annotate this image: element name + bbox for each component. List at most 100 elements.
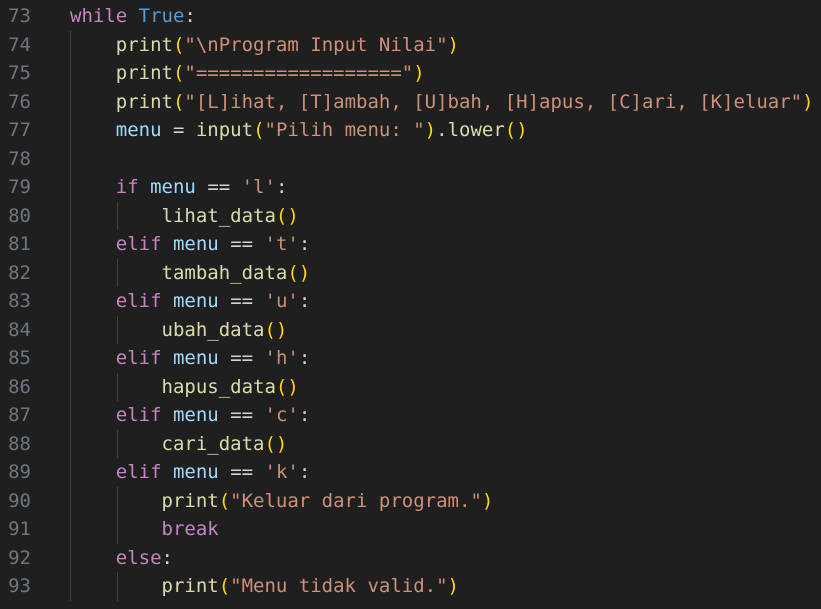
code-token: print xyxy=(115,33,173,56)
code-token: ) xyxy=(447,33,459,56)
code-token: elif xyxy=(115,347,162,369)
code-token: ( xyxy=(172,33,185,56)
code-text: elif menu == 'c': xyxy=(70,401,311,430)
code-line[interactable]: 83 elif menu == 'u': xyxy=(0,287,821,316)
code-line[interactable]: 84 ubah_data() xyxy=(0,316,821,345)
code-text: elif menu == 'h': xyxy=(70,344,311,373)
code-line[interactable]: 85 elif menu == 'h': xyxy=(0,344,821,373)
code-token: == xyxy=(218,347,265,369)
code-line[interactable]: 75 print("==================") xyxy=(0,59,821,88)
code-token: () xyxy=(264,432,288,455)
code-text: cari_data() xyxy=(70,430,288,459)
code-text: elif menu == 'k': xyxy=(70,458,311,487)
code-text: if menu == 'l': xyxy=(70,173,288,202)
code-text: ubah_data() xyxy=(70,316,288,345)
code-line[interactable]: 74 print("\nProgram Input Nilai") xyxy=(0,31,821,60)
code-token: elif xyxy=(115,404,162,426)
code-text: elif menu == 'u': xyxy=(70,287,311,316)
line-number: 83 xyxy=(8,290,31,312)
code-editor[interactable]: 73 while True: 74 print("\nProgram Input N… xyxy=(0,0,821,609)
code-token: : xyxy=(298,290,311,312)
code-token: menu xyxy=(115,119,162,141)
code-token: ( xyxy=(218,575,231,597)
code-token: True xyxy=(138,5,185,27)
code-token: = xyxy=(161,119,196,141)
code-token: : xyxy=(275,176,288,198)
code-token: "Pilih menu: " xyxy=(264,119,425,141)
code-text: print("\nProgram Input Nilai") xyxy=(70,31,459,60)
code-token: ( xyxy=(172,90,185,113)
code-line[interactable]: 92 else: xyxy=(0,544,821,573)
code-token: : xyxy=(298,347,311,369)
code-line[interactable]: 89 elif menu == 'k': xyxy=(0,458,821,487)
line-number: 84 xyxy=(8,318,31,341)
code-token: menu xyxy=(172,347,219,369)
line-number: 89 xyxy=(8,461,31,483)
code-token: elif xyxy=(115,290,162,312)
line-number: 90 xyxy=(8,489,31,512)
code-token: : xyxy=(184,5,196,27)
code-line[interactable]: 87 elif menu == 'c': xyxy=(0,401,821,430)
line-number: 73 xyxy=(8,5,31,27)
code-text: hapus_data() xyxy=(70,373,299,402)
code-line[interactable]: 88 cari_data() xyxy=(0,430,821,459)
line-number: 82 xyxy=(8,261,31,284)
code-text: print("Menu tidak valid.") xyxy=(70,572,459,601)
code-token: "Menu tidak valid." xyxy=(230,575,448,597)
code-line[interactable]: 91 break xyxy=(0,515,821,544)
code-token: == xyxy=(218,233,265,255)
code-line[interactable]: 73 while True: xyxy=(0,2,821,31)
code-token: input xyxy=(195,119,254,141)
line-number: 93 xyxy=(8,575,31,597)
code-line[interactable]: 90 print("Keluar dari program.") xyxy=(0,487,821,516)
code-token: 'l' xyxy=(241,176,276,198)
code-line[interactable]: 86 hapus_data() xyxy=(0,373,821,402)
code-token: cari_data xyxy=(161,432,265,455)
code-token: ) xyxy=(481,489,494,512)
code-token: menu xyxy=(172,461,219,483)
code-token: . xyxy=(436,119,448,141)
code-token: print xyxy=(115,62,173,84)
code-token: menu xyxy=(172,404,219,426)
line-number: 79 xyxy=(8,176,31,198)
code-line[interactable]: 81 elif menu == 't': xyxy=(0,230,821,259)
code-token: hapus_data xyxy=(161,375,276,398)
code-line[interactable]: 77 menu = input("Pilih menu: ").lower() xyxy=(0,116,821,145)
line-number: 86 xyxy=(8,375,31,398)
code-token: ubah_data xyxy=(161,318,265,341)
code-token: () xyxy=(504,119,528,141)
code-token: "==================" xyxy=(184,62,414,84)
line-number: 85 xyxy=(8,347,31,369)
code-token: 'k' xyxy=(264,461,299,483)
code-line[interactable]: 80 lihat_data() xyxy=(0,202,821,231)
line-number: 81 xyxy=(8,233,31,255)
code-token: lihat_data xyxy=(161,204,276,227)
code-token: ) xyxy=(802,90,814,113)
code-text: lihat_data() xyxy=(70,202,299,231)
code-line[interactable]: 82 tambah_data() xyxy=(0,259,821,288)
code-line[interactable]: 78 xyxy=(0,145,821,174)
code-token: print xyxy=(161,575,219,597)
code-token: else xyxy=(115,546,162,569)
code-line[interactable]: 79 if menu == 'l': xyxy=(0,173,821,202)
code-line[interactable]: 76 print("[L]ihat, [T]ambah, [U]bah, [H]… xyxy=(0,88,821,117)
code-line[interactable]: 93 print("Menu tidak valid.") xyxy=(0,572,821,601)
code-token: == xyxy=(218,461,265,483)
code-token: menu xyxy=(150,176,196,198)
code-token: ) xyxy=(413,62,425,84)
code-token: == xyxy=(218,290,265,312)
code-token: ) xyxy=(447,575,459,597)
code-token: break xyxy=(161,518,219,540)
